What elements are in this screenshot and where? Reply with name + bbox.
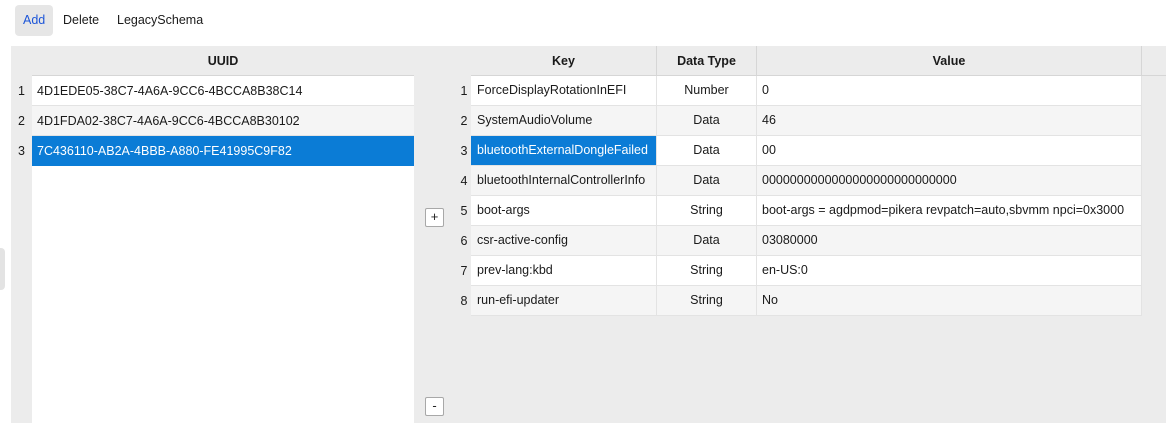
key-cell[interactable]: run-efi-updater [471,286,657,315]
data-type-cell[interactable]: Data [657,166,757,195]
row-number: 7 [460,264,468,278]
nvram-table-body: ForceDisplayRotationInEFI Number 0 Syste… [471,76,1142,316]
value-cell[interactable]: 46 [757,106,1142,135]
table-row-selected[interactable]: 7C436110-AB2A-4BBB-A880-FE41995C9F82 [32,136,414,166]
uuid-cell[interactable]: 4D1FDA02-38C7-4A6A-9CC6-4BCCA8B30102 [32,106,414,136]
row-number: 1 [18,84,25,98]
sidebar-resize-handle[interactable] [0,248,5,290]
key-cell[interactable]: ForceDisplayRotationInEFI [471,76,657,105]
toolbar: Add Delete LegacySchema [0,0,1166,44]
data-type-cell[interactable]: Data [657,136,757,165]
table-row[interactable]: bluetoothExternalDongleFailed Data 00 [471,136,1142,166]
table-row[interactable]: csr-active-config Data 03080000 [471,226,1142,256]
row-controls: + - [414,46,457,423]
legacy-schema-button[interactable]: LegacySchema [109,5,211,36]
row-number: 2 [18,114,25,128]
value-column-header[interactable]: Value [757,46,1142,76]
table-row[interactable]: 4D1EDE05-38C7-4A6A-9CC6-4BCCA8B38C14 [32,76,414,106]
value-cell[interactable]: boot-args = agdpmod=pikera revpatch=auto… [757,196,1142,225]
uuid-table: UUID 4D1EDE05-38C7-4A6A-9CC6-4BCCA8B38C1… [11,46,414,423]
row-number: 5 [460,204,468,218]
uuid-cell[interactable]: 4D1EDE05-38C7-4A6A-9CC6-4BCCA8B38C14 [32,76,414,106]
uuid-table-body: 4D1EDE05-38C7-4A6A-9CC6-4BCCA8B38C14 4D1… [32,76,414,423]
key-cell[interactable]: csr-active-config [471,226,657,255]
add-button[interactable]: Add [15,5,54,36]
data-type-column-header[interactable]: Data Type [657,46,757,76]
remove-row-button[interactable]: - [425,397,444,416]
row-number: 3 [18,144,25,158]
key-column-header[interactable]: Key [471,46,657,76]
table-row[interactable]: run-efi-updater String No [471,286,1142,316]
key-cell[interactable]: bluetoothInternalControllerInfo [471,166,657,195]
key-cell[interactable]: prev-lang:kbd [471,256,657,285]
data-type-cell[interactable]: Data [657,226,757,255]
uuid-cell[interactable]: 7C436110-AB2A-4BBB-A880-FE41995C9F82 [32,136,414,166]
value-cell[interactable]: en-US:0 [757,256,1142,285]
value-cell[interactable]: 0000000000000000000000000000 [757,166,1142,195]
row-number: 3 [460,144,468,158]
table-row[interactable]: bluetoothInternalControllerInfo Data 000… [471,166,1142,196]
data-type-cell[interactable]: Data [657,106,757,135]
value-cell[interactable]: 0 [757,76,1142,105]
table-row[interactable]: ForceDisplayRotationInEFI Number 0 [471,76,1142,106]
add-row-button[interactable]: + [425,208,444,227]
nvram-table-header: Key Data Type Value [471,46,1166,76]
data-type-cell[interactable]: String [657,196,757,225]
nvram-table: Key Data Type Value 1 2 3 4 5 6 7 8 Forc… [457,46,1166,423]
key-cell[interactable]: boot-args [471,196,657,225]
row-number: 6 [460,234,468,248]
row-number: 1 [460,84,468,98]
key-cell-selected[interactable]: bluetoothExternalDongleFailed [471,136,657,165]
data-type-cell[interactable]: String [657,256,757,285]
value-cell[interactable]: 03080000 [757,226,1142,255]
table-row[interactable]: SystemAudioVolume Data 46 [471,106,1142,136]
row-number: 4 [460,174,468,188]
data-type-cell[interactable]: Number [657,76,757,105]
table-row[interactable]: prev-lang:kbd String en-US:0 [471,256,1142,286]
row-number: 8 [460,294,468,308]
uuid-column-header[interactable]: UUID [32,46,414,76]
key-cell[interactable]: SystemAudioVolume [471,106,657,135]
data-type-cell[interactable]: String [657,286,757,315]
table-row[interactable]: boot-args String boot-args = agdpmod=pik… [471,196,1142,226]
value-cell[interactable]: No [757,286,1142,315]
table-row[interactable]: 4D1FDA02-38C7-4A6A-9CC6-4BCCA8B30102 [32,106,414,136]
delete-button[interactable]: Delete [55,5,107,36]
row-number: 2 [460,114,468,128]
value-cell[interactable]: 00 [757,136,1142,165]
